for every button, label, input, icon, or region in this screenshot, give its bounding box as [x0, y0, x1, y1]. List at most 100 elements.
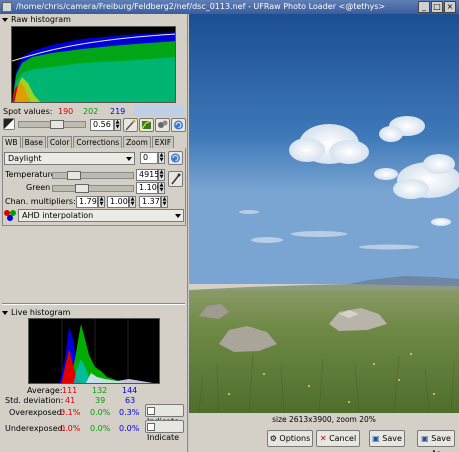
save-button[interactable]: ▣ Save: [369, 430, 405, 447]
options-button[interactable]: ⚙ Options: [267, 430, 313, 447]
spot-values-label: Spot values:: [3, 107, 53, 116]
preview-panel: size 2613x3900, zoom 20% ⚙ Options ✕ Can…: [189, 14, 459, 452]
wb-fine-tune-input[interactable]: 0: [140, 152, 158, 164]
chan-multiplier-green[interactable]: 1.000: [107, 196, 133, 208]
wb-preset-value: Daylight: [8, 154, 42, 163]
gears-icon: [158, 120, 168, 128]
under-green: 0.0%: [90, 424, 111, 433]
save-label: Save: [382, 434, 402, 443]
exposure-spinner[interactable]: ▲ ▼: [114, 119, 121, 131]
temperature-label: Temperature: [5, 170, 56, 179]
tab-exif[interactable]: EXIF: [151, 136, 175, 148]
wb-fine-tune-spinner[interactable]: ▲ ▼: [158, 152, 165, 164]
auto-exposure-button[interactable]: [123, 118, 138, 132]
indicate-underexposed-toggle[interactable]: Indicate: [145, 420, 184, 442]
expander-arrow-icon: [2, 17, 8, 22]
spot-value-blue: 219: [110, 107, 126, 116]
chevron-down-icon: [175, 214, 181, 218]
interpolation-select[interactable]: AHD interpolation: [18, 209, 184, 222]
options-icon: ⚙: [269, 434, 277, 443]
overexposed-label: Overexposed:: [9, 408, 65, 417]
indicate-label: Indicate: [147, 433, 180, 442]
green-label: Green: [26, 183, 51, 192]
save-as-label: Save As: [431, 434, 451, 452]
temperature-input[interactable]: 4915: [136, 169, 159, 181]
close-icon[interactable]: ×: [444, 1, 456, 13]
underexposed-label: Underexposed:: [5, 424, 66, 433]
tab-corrections[interactable]: Corrections: [73, 136, 123, 148]
live-histogram-expander[interactable]: Live histogram: [2, 308, 70, 318]
green-spinner[interactable]: ▲ ▼: [158, 182, 165, 194]
reset-icon: [171, 153, 180, 163]
raw-histogram: [11, 26, 176, 103]
checkbox-icon: [147, 422, 155, 431]
interpolation-icon: [3, 209, 17, 221]
green-input[interactable]: 1.100: [136, 182, 162, 194]
chan-red-spinner[interactable]: ▲ ▼: [98, 196, 105, 208]
wb-preset-select[interactable]: Daylight: [4, 152, 135, 165]
save-as-icon: ▣: [421, 434, 429, 443]
interpolation-value: AHD interpolation: [22, 211, 94, 220]
cancel-label: Cancel: [329, 434, 357, 443]
exposure-input[interactable]: 0.56: [90, 119, 114, 131]
chan-green-spinner[interactable]: ▲ ▼: [129, 196, 136, 208]
tab-wb[interactable]: WB: [2, 136, 21, 148]
reset-wb-button[interactable]: [168, 151, 183, 165]
maximize-icon[interactable]: □: [431, 1, 443, 13]
title-bar: /home/chris/camera/Freiburg/Feldberg2/ne…: [0, 0, 459, 14]
exposure-slider-thumb[interactable]: [50, 120, 64, 129]
window-title: /home/chris/camera/Freiburg/Feldberg2/ne…: [16, 2, 386, 11]
raw-histogram-graph: [12, 27, 175, 102]
raw-histogram-label: Raw histogram: [11, 15, 71, 24]
raw-histogram-expander[interactable]: Raw histogram: [2, 15, 71, 25]
preview-status: size 2613x3900, zoom 20%: [272, 415, 376, 424]
options-label: Options: [279, 434, 311, 443]
average-red: 111: [62, 386, 78, 395]
over-red: 0.1%: [60, 408, 81, 417]
over-blue: 0.3%: [119, 408, 140, 417]
std-blue: 63: [125, 396, 136, 405]
save-as-button[interactable]: ▣ Save As: [417, 430, 455, 452]
chan-multipliers-label: Chan. multipliers:: [5, 197, 76, 206]
spot-wb-button[interactable]: [168, 171, 183, 187]
tab-zoom[interactable]: Zoom: [123, 136, 151, 148]
curve-icon: [141, 120, 152, 130]
exposure-icon: [3, 118, 15, 130]
control-panel: Raw histogram Spot values: 190 202 219 0…: [0, 14, 188, 452]
preview-image[interactable]: [189, 14, 459, 413]
average-blue: 144: [122, 386, 138, 395]
live-histogram-label: Live histogram: [11, 308, 71, 317]
eyedropper-icon: [171, 173, 181, 185]
chan-multiplier-red[interactable]: 1.793: [76, 196, 102, 208]
chan-blue-spinner[interactable]: ▲ ▼: [161, 196, 168, 208]
spot-color-swatch: [134, 106, 184, 116]
save-icon: ▣: [372, 434, 380, 443]
over-green: 0.0%: [90, 408, 111, 417]
reset-exposure-button[interactable]: [171, 118, 186, 132]
expander-arrow-icon: [2, 310, 8, 315]
std-red: 41: [65, 396, 76, 405]
minimize-icon[interactable]: _: [418, 1, 430, 13]
divider: [2, 303, 185, 305]
chan-multiplier-blue[interactable]: 1.371: [139, 196, 165, 208]
std-green: 39: [95, 396, 106, 405]
temperature-slider[interactable]: [52, 172, 134, 179]
cancel-icon: ✕: [319, 434, 327, 443]
live-histogram-graph: [29, 319, 159, 383]
sampler-button[interactable]: [155, 118, 170, 132]
under-red: 0.0%: [60, 424, 81, 433]
wand-icon: [125, 119, 136, 131]
green-slider-thumb[interactable]: [75, 184, 89, 193]
spot-value-red: 190: [58, 107, 74, 116]
chevron-down-icon: [126, 157, 132, 161]
temperature-slider-thumb[interactable]: [67, 171, 81, 180]
average-label: Average:: [27, 386, 63, 395]
indicate-overexposed-toggle[interactable]: Indicate: [145, 404, 184, 426]
curve-button[interactable]: [139, 118, 154, 132]
tab-bar: WB Base Color Corrections Zoom EXIF: [2, 136, 175, 148]
temperature-spinner[interactable]: ▲ ▼: [158, 169, 165, 181]
tab-color[interactable]: Color: [46, 136, 73, 148]
green-slider[interactable]: [52, 185, 134, 192]
tab-base[interactable]: Base: [21, 136, 46, 148]
cancel-button[interactable]: ✕ Cancel: [316, 430, 360, 447]
